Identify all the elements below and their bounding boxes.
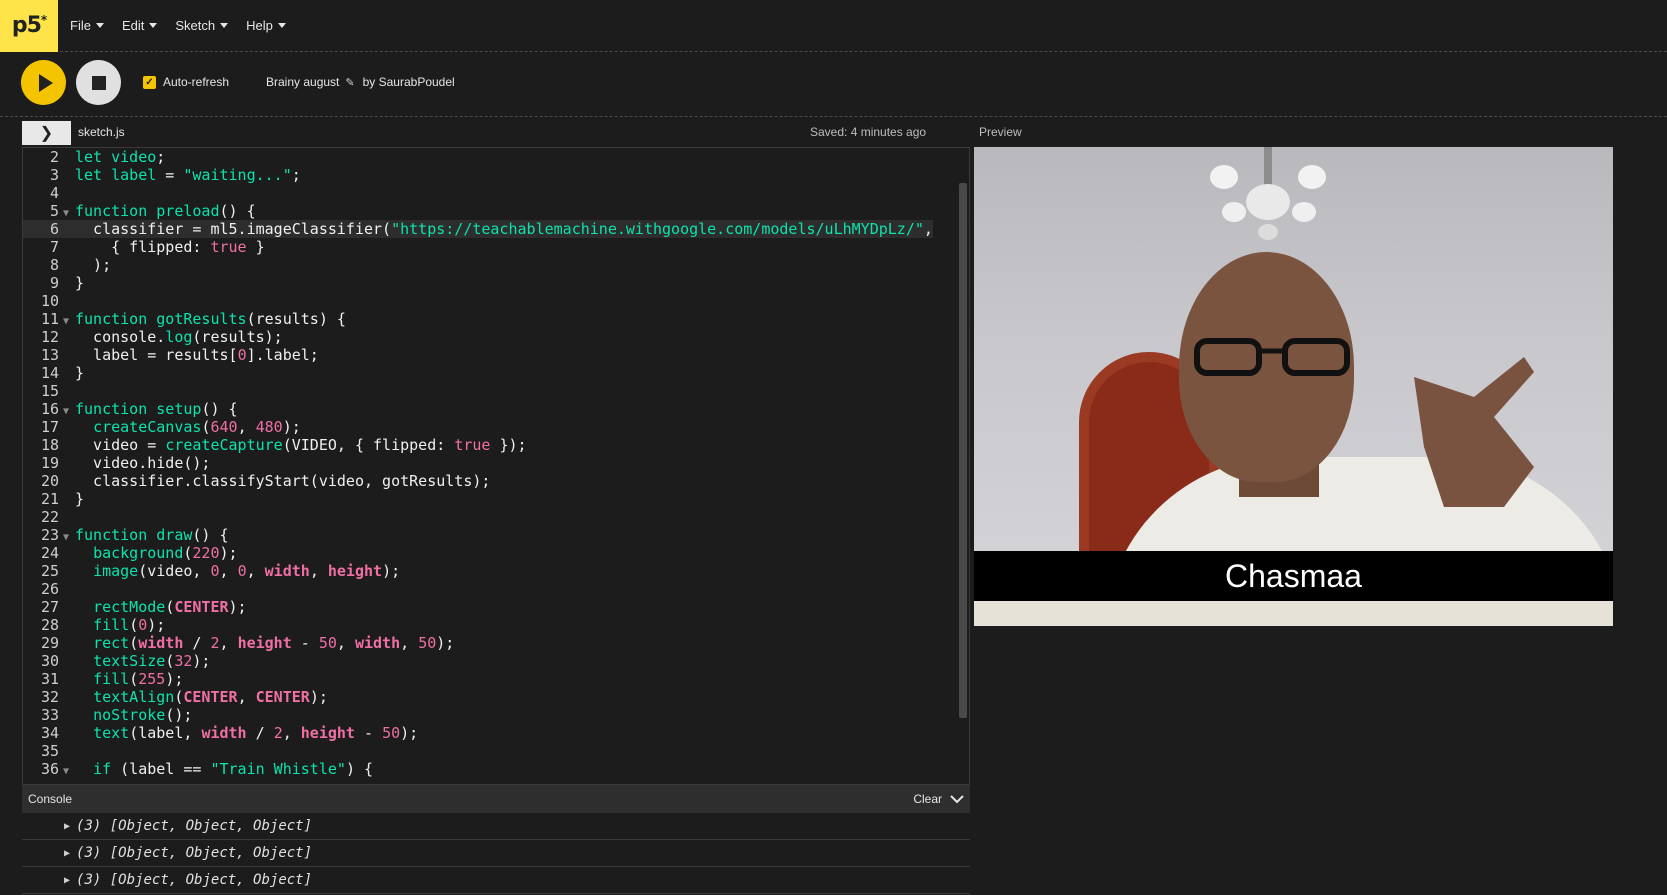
code-line: 11 ▼ function gotResults(results) { [40, 310, 346, 328]
console-row[interactable]: ▶ (3) [Object, Object, Object] [22, 867, 970, 894]
code-line: 8 ); [49, 256, 112, 274]
stop-icon [91, 75, 106, 90]
code-line: 23 ▼ function draw() { [40, 526, 229, 544]
console-row-text: (3) [Object, Object, Object] [76, 845, 313, 861]
console-clear-button[interactable]: Clear [913, 792, 964, 806]
top-nav: p5 * File Edit Sketch Help [0, 0, 1667, 52]
code-line: 26 [40, 580, 59, 598]
expand-arrow-icon[interactable]: ▶ [64, 848, 70, 859]
chevron-down-icon[interactable] [950, 794, 964, 804]
webcam-bottom-strip [974, 601, 1613, 626]
toolbar: ✓ Auto-refresh Brainy august ✎ by Saurab… [0, 53, 1667, 117]
code-line: 36 ▼ if (label == "Train Whistle") { [40, 760, 374, 778]
code-line: 33 noStroke(); [40, 706, 193, 724]
code-line: 16 ▼ function setup() { [40, 400, 238, 418]
code-line: 20 classifier.classifyStart(video, gotRe… [40, 472, 491, 490]
sidebar-toggle-button[interactable]: ❯ [22, 121, 71, 145]
chevron-right-icon: ❯ [39, 125, 54, 142]
code-line: 21 } [40, 490, 85, 508]
chevron-down-icon [95, 23, 104, 28]
console-row[interactable]: ▶ (3) [Object, Object, Object] [22, 813, 970, 840]
menu-sketch-label: Sketch [175, 18, 216, 33]
code-line: 18 video = createCapture(VIDEO, { flippe… [40, 436, 527, 454]
auto-refresh-label: Auto-refresh [163, 75, 230, 89]
code-line: 27 rectMode(CENTER); [40, 598, 247, 616]
code-line: 32 textAlign(CENTER, CENTER); [40, 688, 328, 706]
menu-help[interactable]: Help [246, 18, 286, 33]
code-line: 3 let label = "waiting..."; [49, 166, 301, 184]
console-row[interactable]: ▶ (3) [Object, Object, Object] [22, 840, 970, 867]
editor-scrollbar[interactable] [959, 183, 967, 718]
project-title[interactable]: Brainy august [266, 75, 339, 89]
console-clear-label: Clear [913, 792, 942, 806]
code-line: 30 textSize(32); [40, 652, 211, 670]
code-line: 19 video.hide(); [40, 454, 211, 472]
play-button[interactable] [21, 60, 66, 105]
code-line: 5 ▼ function preload() { [49, 202, 256, 220]
saved-status: Saved: 4 minutes ago [810, 125, 927, 139]
code-line: 15 [40, 382, 59, 400]
menu-file-label: File [70, 18, 91, 33]
code-line: 4 [49, 184, 59, 202]
menu-edit-label: Edit [121, 18, 145, 33]
console-header: Console Clear [22, 785, 970, 813]
code-line: 2 let video; [49, 148, 166, 166]
code-line: 6 classifier = ml5.imageClassifier("http… [23, 220, 933, 238]
code-lines[interactable]: 2 let video; 3 let label = "waiting...";… [23, 148, 933, 778]
file-tab[interactable]: sketch.js [78, 125, 125, 139]
menu-file[interactable]: File [70, 18, 104, 33]
pencil-icon[interactable]: ✎ [345, 76, 354, 89]
hand-gesture-image [1414, 357, 1534, 507]
console-output: ▶ (3) [Object, Object, Object] ▶ (3) [Obje… [22, 813, 970, 895]
classification-label: Chasmaa [1225, 557, 1362, 594]
code-line: 34 text(label, width / 2, height - 50); [40, 724, 419, 742]
code-line: 12 console.log(results); [40, 328, 283, 346]
logo-mark: * [40, 12, 47, 27]
code-line: 35 [40, 742, 59, 760]
code-line: 28 fill(0); [40, 616, 166, 634]
stop-button[interactable] [76, 60, 121, 105]
chevron-down-icon [149, 23, 158, 28]
code-editor[interactable]: 2 let video; 3 let label = "waiting...";… [22, 147, 970, 785]
checkbox-checked-icon[interactable]: ✓ [143, 75, 156, 89]
glasses-image [1194, 338, 1350, 376]
menu-help-label: Help [246, 18, 273, 33]
code-line: 17 createCanvas(640, 480); [40, 418, 301, 436]
right-margin [1613, 117, 1667, 895]
menu-sketch[interactable]: Sketch [175, 18, 229, 33]
code-line: 10 [40, 292, 59, 310]
sketch-preview-canvas[interactable]: Chasmaa [974, 147, 1613, 626]
chandelier-image [1210, 147, 1326, 240]
expand-arrow-icon[interactable]: ▶ [64, 875, 70, 886]
expand-arrow-icon[interactable]: ▶ [64, 821, 70, 832]
chevron-down-icon [220, 23, 229, 28]
logo-text: p5 [11, 13, 42, 38]
console-row-text: (3) [Object, Object, Object] [76, 872, 313, 888]
code-line: 29 rect(width / 2, height - 50, width, 5… [40, 634, 455, 652]
code-line: 24 background(220); [40, 544, 238, 562]
classification-label-bar: Chasmaa [974, 551, 1613, 601]
chevron-down-icon [277, 23, 286, 28]
code-line: 9 } [49, 274, 85, 292]
p5-logo[interactable]: p5 * [0, 0, 58, 52]
menu-edit[interactable]: Edit [121, 18, 158, 33]
preview-label: Preview [979, 125, 1022, 139]
console-title: Console [28, 792, 73, 806]
code-line: 7 { flipped: true } [49, 238, 265, 256]
code-line: 25 image(video, 0, 0, width, height); [40, 562, 401, 580]
code-line: 13 label = results[0].label; [40, 346, 319, 364]
auto-refresh-toggle[interactable]: ✓ Auto-refresh [143, 75, 229, 89]
project-author[interactable]: by SaurabPoudel [363, 75, 455, 89]
play-icon [38, 73, 53, 92]
code-line: 31 fill(255); [40, 670, 184, 688]
code-line: 14 } [40, 364, 85, 382]
project-name: Brainy august ✎ by SaurabPoudel [266, 75, 455, 89]
code-line: 22 [40, 508, 59, 526]
console-row-text: (3) [Object, Object, Object] [76, 818, 313, 834]
